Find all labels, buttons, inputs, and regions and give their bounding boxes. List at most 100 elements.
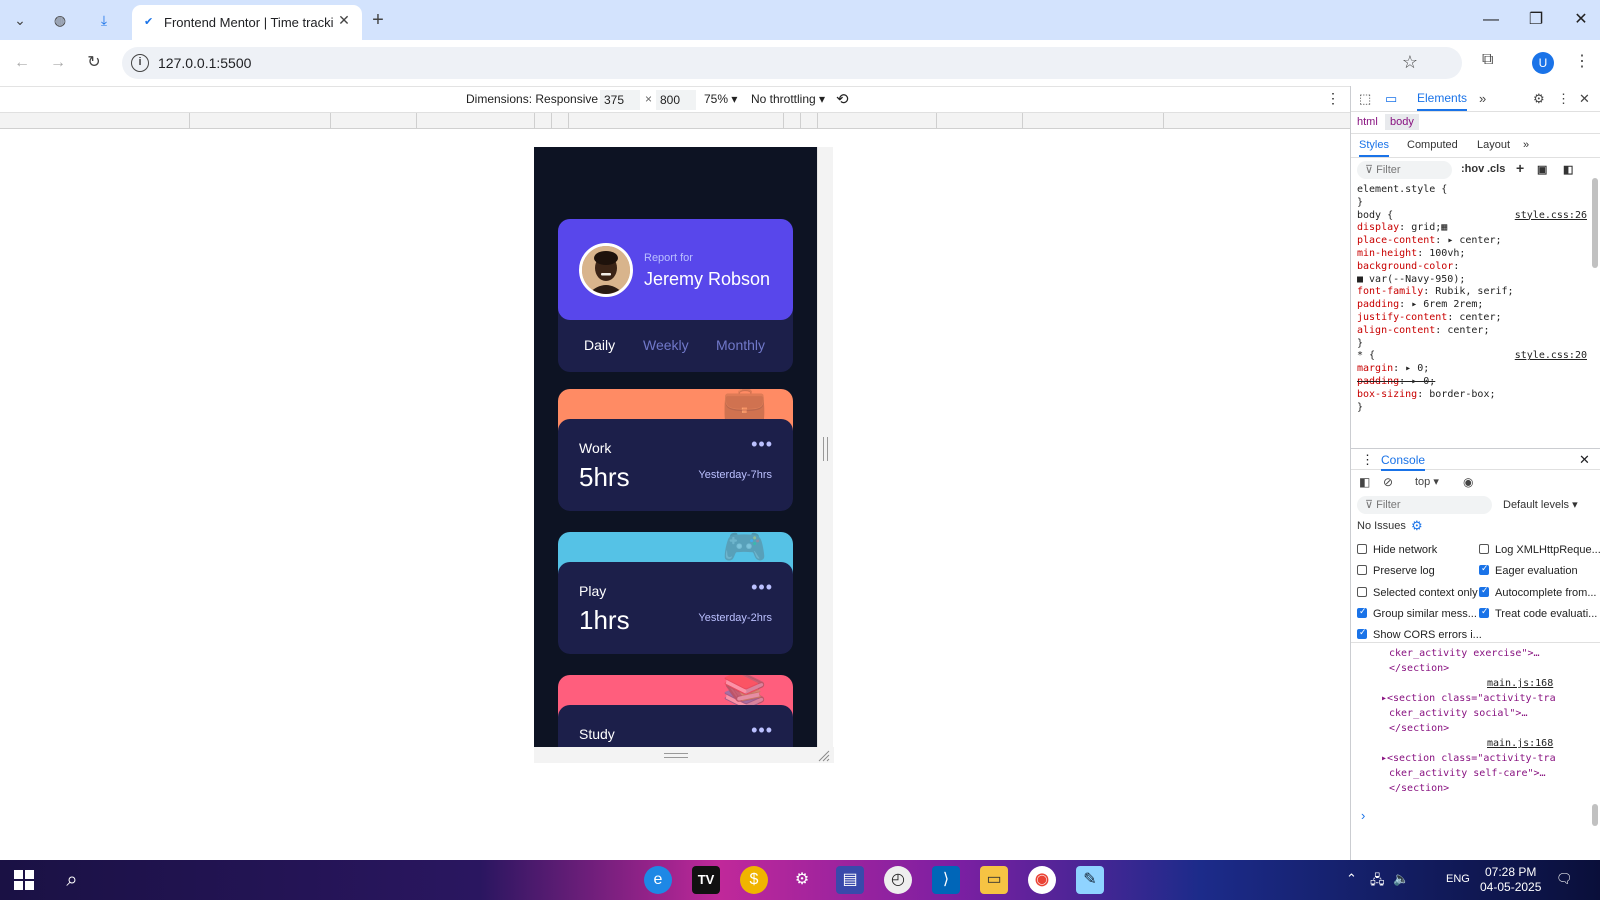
- address-bar[interactable]: i 127.0.0.1:5500 ☆: [122, 47, 1462, 79]
- sidebar-toggle-icon[interactable]: ◧: [1563, 163, 1573, 176]
- console-option-checkbox[interactable]: Treat code evaluati...: [1479, 606, 1597, 620]
- console-settings-gear-icon[interactable]: ⚙: [1411, 518, 1423, 534]
- css-line[interactable]: body {style.css:26: [1357, 210, 1587, 223]
- url-text[interactable]: 127.0.0.1:5500: [158, 55, 251, 71]
- console-scrollbar[interactable]: [1592, 804, 1598, 826]
- css-line[interactable]: place-content: ▸ center;: [1357, 235, 1587, 248]
- notifications-icon[interactable]: 🗨: [1556, 871, 1573, 887]
- network-icon[interactable]: 🖧: [1370, 871, 1385, 893]
- styles-scrollbar[interactable]: [1592, 178, 1598, 268]
- css-line[interactable]: }: [1357, 197, 1587, 210]
- tab-computed[interactable]: Computed: [1407, 139, 1458, 151]
- console-source-link[interactable]: main.js:168: [1487, 738, 1553, 749]
- settings-gear-icon[interactable]: ⚙: [1533, 91, 1545, 107]
- dimensions-select[interactable]: Dimensions: Responsive ▾: [466, 92, 607, 106]
- css-line[interactable]: min-height: 100vh;: [1357, 248, 1587, 261]
- css-line[interactable]: display: grid;▦: [1357, 222, 1587, 235]
- css-line[interactable]: padding: ▸ 6rem 2rem;: [1357, 299, 1587, 312]
- css-line[interactable]: * {style.css:20: [1357, 350, 1587, 363]
- css-line[interactable]: justify-content: center;: [1357, 312, 1587, 325]
- extensions-icon[interactable]: ⧉: [1482, 51, 1493, 69]
- tradingview-icon[interactable]: TV: [692, 866, 720, 894]
- width-input[interactable]: 375: [600, 90, 640, 110]
- file-explorer-icon[interactable]: ▭: [980, 866, 1008, 894]
- checkbox-icon[interactable]: [1479, 544, 1489, 554]
- breadcrumb-html[interactable]: html: [1357, 116, 1378, 128]
- tab-daily[interactable]: Daily: [584, 337, 615, 353]
- css-line[interactable]: }: [1357, 402, 1587, 415]
- drawer-menu-icon[interactable]: ⋮: [1361, 452, 1374, 468]
- tab-monthly[interactable]: Monthly: [716, 337, 765, 353]
- viewport-resize-handle-right[interactable]: [817, 147, 833, 763]
- console-log-line[interactable]: cker_activity social">…: [1389, 707, 1527, 721]
- console-log-line[interactable]: ▸<section class="activity-tra: [1381, 692, 1556, 706]
- restore-icon[interactable]: ❐: [1521, 8, 1551, 32]
- devtools-menu-icon[interactable]: ⋮: [1557, 91, 1570, 107]
- minimize-icon[interactable]: —: [1476, 8, 1506, 32]
- settings-icon[interactable]: ⚙: [788, 866, 816, 894]
- css-source-link[interactable]: style.css:20: [1515, 350, 1587, 363]
- checkbox-icon[interactable]: [1479, 606, 1489, 618]
- checkbox-icon[interactable]: [1357, 544, 1367, 554]
- ruler-mark[interactable]: [1022, 113, 1023, 129]
- console-log-line[interactable]: main.js:168: [1487, 677, 1553, 691]
- device-more-icon[interactable]: ⋮: [1326, 90, 1340, 107]
- ruler-mark[interactable]: [189, 113, 190, 129]
- rotate-icon[interactable]: ⟲: [836, 90, 849, 108]
- ruler-mark[interactable]: [568, 113, 569, 129]
- ellipsis-icon[interactable]: •••: [751, 577, 773, 598]
- window-close-icon[interactable]: ✕: [1566, 8, 1596, 32]
- console-option-checkbox[interactable]: Preserve log: [1357, 565, 1435, 577]
- paint-icon[interactable]: ▣: [1537, 163, 1547, 176]
- checkbox-icon[interactable]: [1479, 563, 1489, 576]
- hov-toggle[interactable]: :hov: [1461, 163, 1484, 175]
- chrome-menu-icon[interactable]: ⋮: [1574, 51, 1590, 71]
- activity-body[interactable]: Study •••: [558, 705, 793, 747]
- ruler-mark[interactable]: [551, 113, 552, 129]
- live-expression-eye-icon[interactable]: ◉: [1463, 475, 1473, 489]
- vscode-icon[interactable]: ⟩: [932, 866, 960, 894]
- more-subtabs-icon[interactable]: »: [1523, 139, 1529, 151]
- taskbar-clock[interactable]: 07:28 PM 04-05-2025: [1480, 865, 1541, 895]
- console-filter-input[interactable]: ⊽ Filter: [1357, 496, 1492, 514]
- ruler-mark[interactable]: [330, 113, 331, 129]
- globe-tab-icon[interactable]: ◍: [48, 8, 72, 32]
- checkbox-icon[interactable]: [1357, 627, 1367, 640]
- tab-close-icon[interactable]: ✕: [334, 12, 354, 29]
- edge-icon[interactable]: e: [644, 866, 672, 894]
- console-tab[interactable]: Console: [1381, 453, 1426, 471]
- breadcrumb-body[interactable]: body: [1385, 114, 1419, 130]
- checkbox-icon[interactable]: [1357, 565, 1367, 576]
- active-tab[interactable]: ✔ Frontend Mentor | Time tracking ✕: [132, 5, 362, 40]
- css-line[interactable]: ■ var(--Navy-950);: [1357, 274, 1587, 287]
- reload-icon[interactable]: ↻: [82, 51, 106, 75]
- ruler-mark[interactable]: [817, 113, 818, 129]
- console-log-line[interactable]: cker_activity exercise">…: [1389, 647, 1540, 661]
- issues-count[interactable]: No Issues: [1357, 520, 1406, 532]
- console-log-line[interactable]: </section>: [1389, 722, 1449, 736]
- new-rule-icon[interactable]: +: [1516, 160, 1524, 176]
- css-line[interactable]: font-family: Rubik, serif;: [1357, 286, 1587, 299]
- zoom-select[interactable]: 75% ▾: [704, 92, 737, 106]
- console-log-line[interactable]: </section>: [1389, 662, 1449, 676]
- profile-avatar[interactable]: U: [1532, 52, 1554, 74]
- console-log-line[interactable]: </section>: [1389, 782, 1449, 796]
- ruler-mark[interactable]: [783, 113, 784, 129]
- tab-search-chevron-icon[interactable]: ⌄: [8, 8, 32, 32]
- activity-body[interactable]: Work ••• 5hrs Yesterday-7hrs: [558, 419, 793, 511]
- language-indicator[interactable]: ENG: [1446, 873, 1470, 885]
- console-close-icon[interactable]: ✕: [1579, 452, 1590, 468]
- css-line[interactable]: margin: ▸ 0;: [1357, 363, 1587, 376]
- console-option-checkbox[interactable]: Show CORS errors i...: [1357, 627, 1482, 641]
- site-info-icon[interactable]: i: [131, 54, 149, 72]
- console-source-link[interactable]: main.js:168: [1487, 678, 1553, 689]
- chrome-icon[interactable]: ◉: [1028, 866, 1056, 894]
- checkbox-icon[interactable]: [1479, 585, 1489, 597]
- forward-icon[interactable]: →: [46, 51, 70, 75]
- tab-weekly[interactable]: Weekly: [643, 337, 689, 353]
- console-option-checkbox[interactable]: Log XMLHttpReque...: [1479, 544, 1600, 556]
- ellipsis-icon[interactable]: •••: [751, 434, 773, 455]
- console-log-line[interactable]: ▸<section class="activity-tra: [1381, 752, 1556, 766]
- css-line[interactable]: padding: ▸ 0;: [1357, 376, 1587, 389]
- device-toggle-icon[interactable]: ▭: [1385, 91, 1397, 107]
